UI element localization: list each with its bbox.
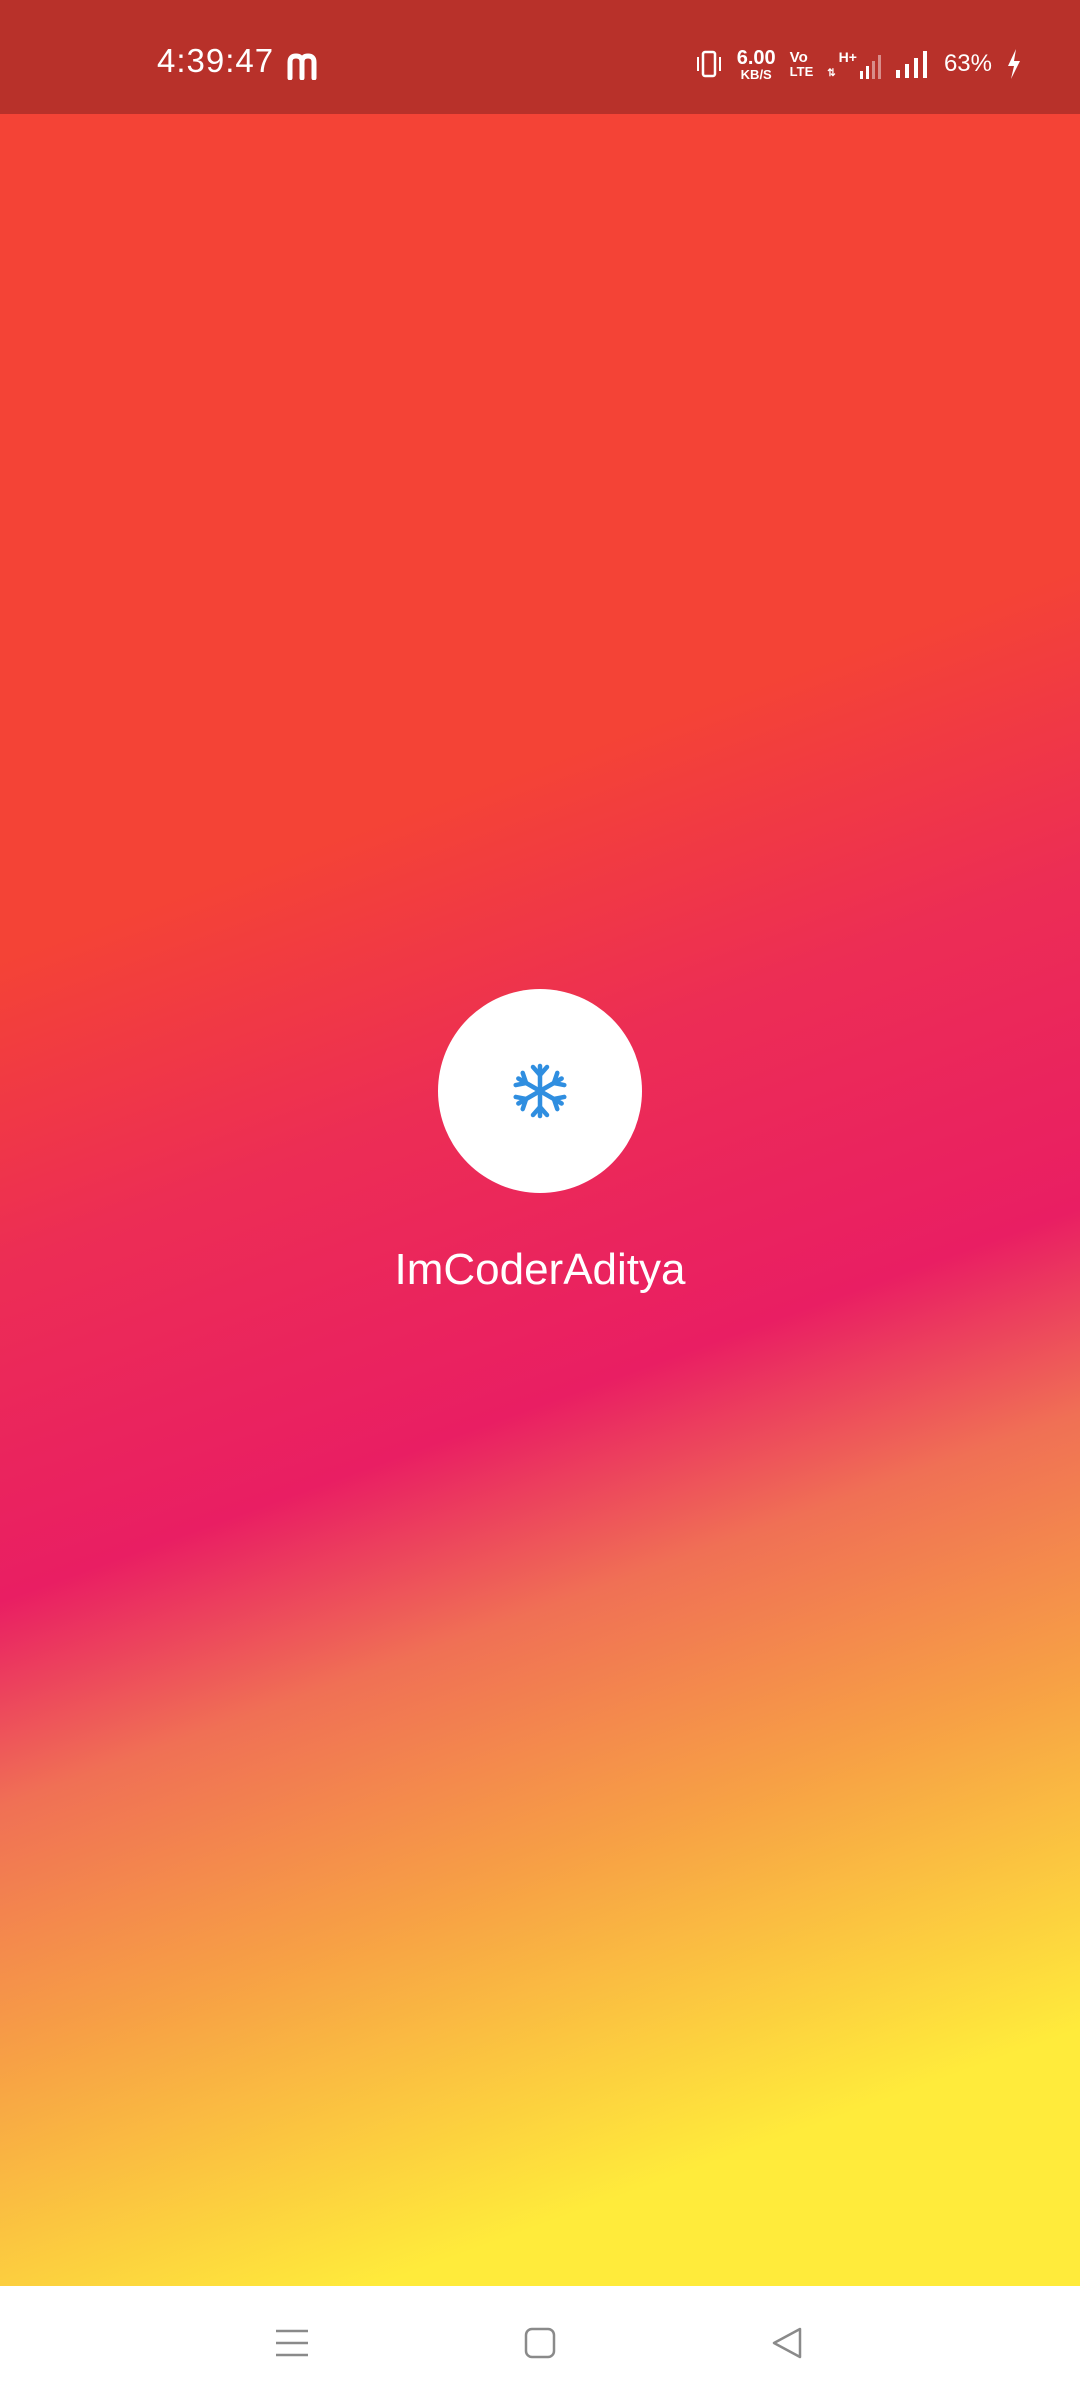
volte-bottom: LTE: [789, 64, 814, 79]
status-icons: 6.00 KB/S Vo LTE ⇅ H+ 63%: [695, 44, 1022, 84]
network-speed-value: 6.00: [736, 46, 776, 69]
menu-icon: [276, 2329, 308, 2357]
network-type: H+: [838, 49, 857, 65]
home-icon: [524, 2327, 556, 2359]
screen: 4:39:47 6.00 KB/S Vo LTE ⇅ H+ 63% ImCode…: [0, 0, 1080, 2400]
volte-top: Vo: [789, 49, 808, 66]
mobile-data-indicator: ⇅ H+: [827, 49, 882, 79]
vibrate-icon: [696, 50, 721, 78]
status-bar: 4:39:47 6.00 KB/S Vo LTE ⇅ H+ 63%: [0, 0, 1080, 114]
battery-percent: 63%: [943, 50, 992, 77]
recent-apps-button[interactable]: [257, 2308, 327, 2378]
navigation-bar: [0, 2286, 1080, 2400]
back-button[interactable]: [752, 2308, 822, 2378]
status-time: 4:39:47: [157, 42, 275, 79]
signal-weak-icon: [859, 55, 881, 79]
data-arrows-icon: ⇅: [827, 68, 836, 79]
splash-background: ImCoderAditya: [0, 114, 1080, 2286]
charging-icon: [1008, 49, 1020, 79]
m-logo-icon: [287, 53, 317, 80]
snowflake-icon: [513, 1063, 567, 1119]
network-speed: 6.00 KB/S: [737, 48, 776, 81]
volte-indicator: Vo LTE: [790, 50, 814, 78]
signal-strength-icon: [895, 51, 927, 78]
app-logo: [438, 989, 642, 1193]
network-speed-unit: KB/S: [740, 66, 772, 82]
home-button[interactable]: [505, 2308, 575, 2378]
app-name: ImCoderAditya: [394, 1245, 686, 1294]
back-icon: [772, 2327, 802, 2359]
